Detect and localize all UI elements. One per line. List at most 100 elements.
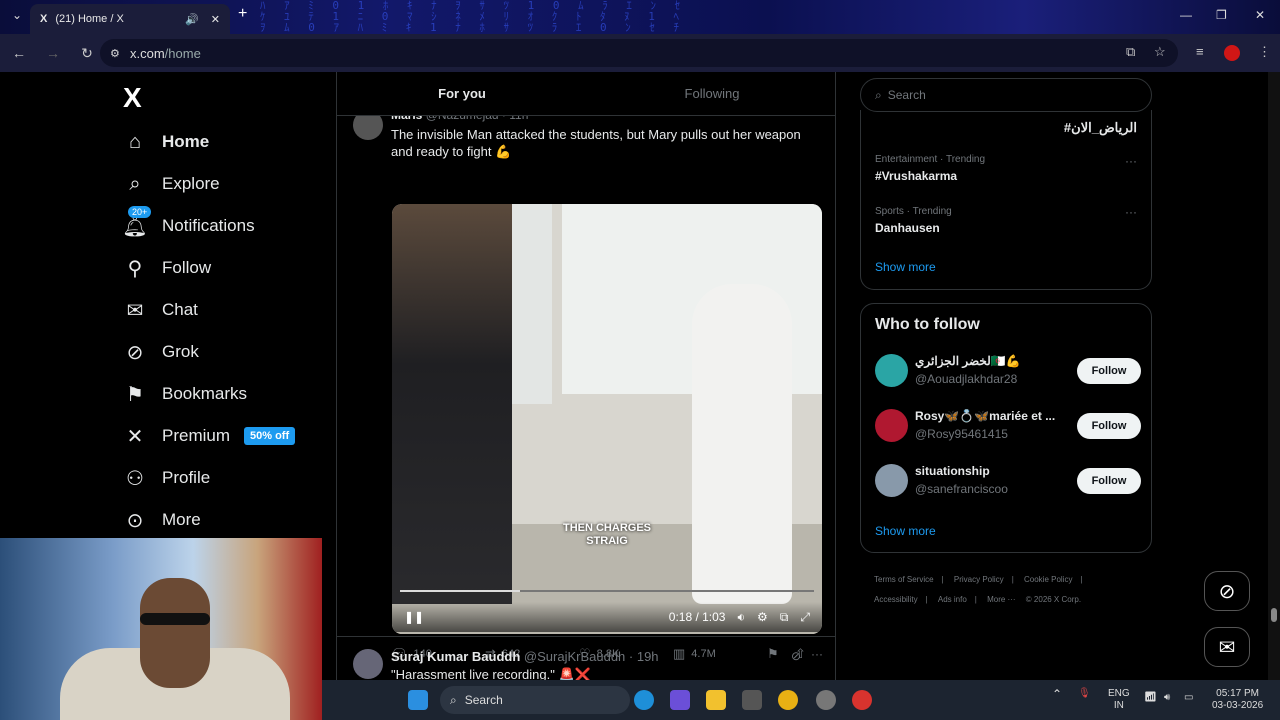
edge-icon[interactable] bbox=[634, 690, 654, 710]
follow-suggestion[interactable]: situationship @sanefranciscoo Follow bbox=[875, 464, 1141, 504]
account-handle: @sanefranciscoo bbox=[915, 482, 1008, 496]
grok-fab[interactable]: ⊘ bbox=[1204, 571, 1250, 611]
author-handle[interactable]: @SurajKrBauddh · 19h bbox=[524, 649, 659, 664]
footer-link[interactable]: Accessibility bbox=[874, 595, 918, 604]
footer-link[interactable]: More ··· bbox=[987, 595, 1015, 604]
nav-chat-label: Chat bbox=[162, 300, 198, 319]
file-explorer-icon[interactable] bbox=[706, 690, 726, 710]
close-tab-icon[interactable]: ✕ bbox=[211, 13, 220, 26]
clock[interactable]: 05:17 PM 03-03-2026 bbox=[1212, 688, 1263, 712]
post[interactable]: Suraj Kumar Bauddh @SurajKrBauddh · 19h … bbox=[337, 636, 835, 680]
video-player[interactable]: THEN CHARGES STRAIG ❚❚ 0:18 / 1:03 🔉︎ ⚙ … bbox=[392, 204, 822, 634]
footer-link[interactable]: Terms of Service bbox=[874, 575, 934, 584]
follow-button[interactable]: Follow bbox=[1077, 468, 1141, 494]
nav-grok[interactable]: ⊘ Grok bbox=[120, 332, 199, 372]
x-logo-icon[interactable]: X bbox=[123, 82, 142, 114]
nav-more[interactable]: ⊙ More bbox=[120, 500, 201, 540]
account-name: situationship bbox=[915, 464, 990, 478]
chrome-icon[interactable] bbox=[852, 690, 872, 710]
nav-premium[interactable]: ✕ Premium 50% off bbox=[120, 416, 296, 456]
nav-home[interactable]: ⌂ Home bbox=[120, 122, 209, 162]
pause-icon[interactable]: ❚❚ bbox=[404, 610, 424, 624]
volume-icon[interactable]: 🔉︎ bbox=[737, 610, 745, 625]
more-icon[interactable]: ··· bbox=[811, 647, 823, 661]
minimize-button[interactable]: — bbox=[1180, 8, 1192, 22]
wifi-icon[interactable]: 📶︎ bbox=[1144, 692, 1157, 704]
close-window-button[interactable]: ✕ bbox=[1255, 8, 1265, 22]
nav-home-label: Home bbox=[162, 132, 210, 151]
fullscreen-icon[interactable]: ⤢ bbox=[800, 610, 810, 625]
avatar[interactable] bbox=[875, 354, 908, 387]
who-to-follow-panel: Who to follow لخضر الجزائري🇩🇿💪 @Aouadjla… bbox=[860, 303, 1152, 553]
microphone-icon[interactable]: 🎙︎ bbox=[1078, 688, 1091, 700]
start-button[interactable] bbox=[408, 690, 428, 710]
new-tab-button[interactable]: + bbox=[238, 5, 247, 23]
nav-explore[interactable]: ⌕ Explore bbox=[120, 164, 219, 204]
follow-button[interactable]: Follow bbox=[1077, 413, 1141, 439]
footer-link[interactable]: Ads info bbox=[938, 595, 967, 604]
bookmark-icon: ⚑ bbox=[126, 383, 144, 406]
trend-item[interactable]: #الرياض_الان bbox=[1064, 116, 1137, 136]
speaker-icon[interactable]: 🔊 bbox=[185, 13, 199, 26]
grok-icon[interactable]: ⊘ bbox=[791, 649, 801, 663]
follow-suggestion[interactable]: لخضر الجزائري🇩🇿💪 @Aouadjlakhdar28 Follow bbox=[875, 354, 1141, 394]
nav-chat[interactable]: ✉ Chat bbox=[120, 290, 198, 330]
active-tab[interactable]: X (21) Home / X 🔊 ✕ bbox=[30, 4, 230, 34]
show-more-link[interactable]: Show more bbox=[875, 524, 936, 538]
clock-time: 05:17 PM bbox=[1216, 688, 1259, 699]
tab-search-button[interactable]: ⌄ bbox=[12, 8, 22, 22]
search-input[interactable]: ⌕ Search bbox=[860, 78, 1152, 112]
chrome-icon[interactable] bbox=[778, 690, 798, 710]
nav-premium-label: Premium bbox=[162, 426, 231, 445]
media-control-icon[interactable]: ≡ bbox=[1196, 44, 1204, 59]
app-icon[interactable] bbox=[670, 690, 690, 710]
forward-button[interactable]: → bbox=[38, 45, 68, 61]
tab-for-you[interactable]: For you bbox=[337, 72, 587, 115]
trend-item[interactable]: Sports · Trending Danhausen bbox=[875, 206, 952, 235]
profile-avatar[interactable] bbox=[1224, 45, 1240, 61]
install-app-icon[interactable]: ⧉ bbox=[1126, 44, 1135, 60]
avatar[interactable] bbox=[875, 464, 908, 497]
trend-context: Entertainment · Trending bbox=[875, 154, 986, 165]
maximize-button[interactable]: ❐ bbox=[1216, 8, 1227, 22]
nav-notifications[interactable]: 🔔︎ 20+ Notifications bbox=[120, 205, 255, 246]
bookmark-star-icon[interactable]: ☆ bbox=[1154, 44, 1166, 60]
more-icon[interactable]: ··· bbox=[1125, 154, 1137, 168]
nav-bookmarks[interactable]: ⚑ Bookmarks bbox=[120, 374, 247, 414]
settings-icon[interactable]: ⚙ bbox=[757, 610, 768, 624]
avatar[interactable] bbox=[353, 649, 383, 679]
nav-follow[interactable]: ⚲ Follow bbox=[120, 248, 211, 288]
language-indicator[interactable]: ENG IN bbox=[1108, 688, 1130, 712]
messages-fab[interactable]: ✉ bbox=[1204, 627, 1250, 667]
bell-icon: 🔔︎ 20+ bbox=[120, 205, 152, 239]
url-input[interactable]: ⚙ x.com/home bbox=[100, 39, 1178, 67]
show-more-link[interactable]: Show more bbox=[875, 260, 936, 274]
trend-item[interactable]: Entertainment · Trending #Vrushakarma bbox=[875, 154, 985, 183]
back-button[interactable]: ← bbox=[4, 45, 34, 61]
reload-button[interactable]: ↻ bbox=[72, 45, 102, 62]
app-icon[interactable] bbox=[742, 690, 762, 710]
nav-profile[interactable]: ⚇ Profile bbox=[120, 458, 210, 498]
footer-link[interactable]: Privacy Policy bbox=[954, 575, 1004, 584]
scrollbar-thumb[interactable] bbox=[1271, 608, 1277, 622]
video-progress-bar[interactable] bbox=[400, 590, 814, 592]
person-icon: ⚇ bbox=[126, 467, 144, 490]
follow-button[interactable]: Follow bbox=[1077, 358, 1141, 384]
search-placeholder: Search bbox=[887, 88, 926, 102]
more-icon[interactable]: ··· bbox=[1125, 205, 1137, 219]
taskbar-search[interactable]: ⌕ Search bbox=[440, 686, 630, 714]
tab-following[interactable]: Following bbox=[587, 72, 835, 115]
app-icon[interactable] bbox=[816, 690, 836, 710]
pip-icon[interactable]: ⧉ bbox=[780, 610, 789, 625]
show-hidden-icons[interactable]: ⌃ bbox=[1052, 688, 1062, 700]
follow-suggestion[interactable]: Rosy🦋💍🦋mariée et ... @Rosy95461415 Follo… bbox=[875, 409, 1141, 449]
author-name[interactable]: Suraj Kumar Bauddh bbox=[391, 649, 520, 664]
volume-icon[interactable]: 🔊︎ bbox=[1164, 692, 1170, 704]
post-text: The invisible Man attacked the students,… bbox=[391, 127, 801, 159]
browser-menu-icon[interactable]: ⋮ bbox=[1258, 44, 1271, 60]
site-info-icon[interactable]: ⚙ bbox=[110, 47, 120, 60]
avatar[interactable] bbox=[875, 409, 908, 442]
footer-link[interactable]: Cookie Policy bbox=[1024, 575, 1072, 584]
page-scrollbar[interactable] bbox=[1268, 72, 1280, 680]
battery-icon[interactable]: ▭ bbox=[1184, 692, 1193, 704]
